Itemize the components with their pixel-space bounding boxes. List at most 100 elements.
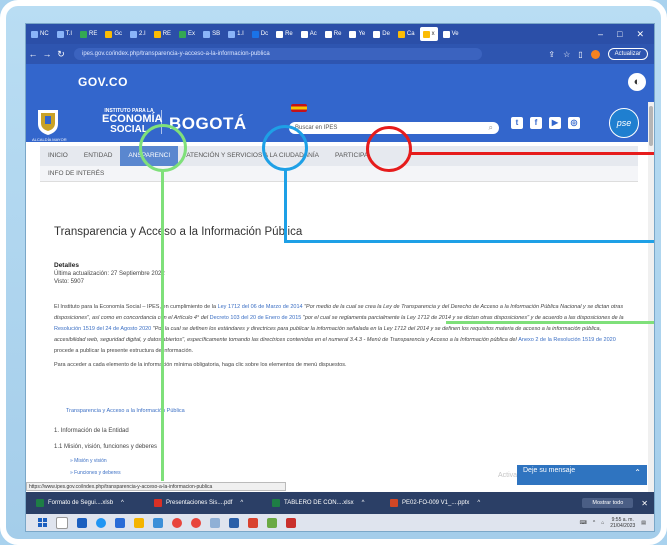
acrobat-icon[interactable] [286,517,296,528]
sidebar-icon[interactable]: ▯ [578,50,582,59]
chevron-up-icon[interactable]: ^ [240,500,243,506]
toc-item-1-1[interactable]: 1.1 Misión, visión, funciones y deberes [54,444,157,450]
browser-tab[interactable]: 1.I [225,27,247,41]
star-icon[interactable]: ☆ [563,50,570,59]
url-field[interactable]: ipes.gov.co/index.php/transparencia-y-ac… [74,48,482,60]
link-ley-1712[interactable]: Ley 1712 del 06 de Marzo de 2014 [218,304,303,310]
chevron-up-icon[interactable]: ⌃ [634,469,641,477]
chevron-up-icon[interactable]: ^ [362,500,365,506]
clock[interactable]: 9:55 a. m. 21/04/2023 [610,517,635,529]
toc-sub-mision[interactable]: » Misión y visión [70,458,107,464]
browser-tab[interactable]: SB [200,27,223,41]
browser-tab[interactable]: NC [28,27,52,41]
chrome-profile-icon[interactable] [191,517,201,528]
minimize-icon[interactable]: – [598,29,603,40]
download-name: TABLERO DE CON....xlsx [284,500,354,506]
back-icon[interactable]: ← [26,49,40,59]
browser-tab[interactable]: Ex [176,27,198,41]
search-icon[interactable]: ⌕ [489,122,493,134]
nav-entidad[interactable]: ENTIDAD [76,146,121,166]
language-icon[interactable]: ⌨ [580,520,587,526]
edge-icon[interactable] [96,517,106,528]
browser-tab[interactable]: Ca [395,27,418,41]
spain-flag-icon[interactable] [291,104,307,112]
download-name: PE02-FO-009 V1_....pptx [402,500,470,506]
file-icon [36,499,44,507]
toc-item-1[interactable]: 1. Información de la Entidad [54,428,129,434]
chevron-up-icon[interactable]: ^ [121,500,124,506]
download-item[interactable]: Presentaciones Sis....pdf ^ [154,499,262,507]
instagram-icon[interactable]: ◎ [568,117,580,129]
browser-tab[interactable]: Re [273,27,296,41]
tab-label: Ex [188,31,196,37]
browser-tab[interactable]: Dc [249,27,271,41]
accessibility-icon[interactable]: ◐ [628,73,646,91]
browser-tab[interactable]: 2.I [127,27,149,41]
link-anexo-2[interactable]: Anexo 2 de la Resolución 1519 de 2020 [518,337,616,343]
blue-annotation-line [284,170,287,242]
app-icon[interactable] [210,517,220,528]
tab-label: Ca [406,31,415,37]
reload-icon[interactable]: ↻ [54,49,68,60]
browser-tab[interactable]: RE [77,27,100,41]
youtube-icon[interactable]: ▶ [549,117,561,129]
red-annotation-line [411,152,654,155]
window-controls: – □ ✕ [598,29,654,40]
profile-avatar[interactable] [590,49,600,59]
search-taskbar-icon[interactable] [56,516,68,529]
maximize-icon[interactable]: □ [617,29,622,40]
tab-favicon-icon [153,30,161,38]
toc-title[interactable]: Transparencia y Acceso a la Información … [66,408,185,414]
browser-tab[interactable]: Ye [346,27,368,41]
windows-start-icon[interactable] [38,518,47,527]
nav-info-interes[interactable]: INFO DE INTERÉS [40,166,638,182]
govco-logo[interactable]: GOV.CO [78,75,128,89]
toc-sub-funciones[interactable]: » Funciones y deberes [70,470,121,476]
excel-icon[interactable] [267,517,277,528]
download-item[interactable]: TABLERO DE CON....xlsx ^ [272,499,380,507]
task-view-icon[interactable] [77,517,87,528]
facebook-icon[interactable]: f [530,117,542,129]
pse-logo[interactable]: pse [609,108,639,138]
download-item[interactable]: Formato de Segui....xlsb ^ [36,499,144,507]
share-icon[interactable]: ⇪ [548,50,555,59]
tab-label: x [431,31,435,37]
tray-chevron-icon[interactable]: ^ [593,520,595,526]
scrollbar-thumb[interactable] [649,106,653,146]
teams-icon[interactable] [153,517,163,528]
outlook-icon[interactable] [115,517,125,528]
tab-favicon-icon [203,30,211,38]
chevron-up-icon[interactable]: ^ [477,500,480,506]
browser-tab[interactable]: Ac [298,27,320,41]
chat-widget[interactable]: Deje su mensaje ⌃ [517,465,647,485]
tab-favicon-icon [349,30,357,38]
browser-tab[interactable]: Re [322,27,345,41]
powerpoint-icon[interactable] [248,517,258,528]
close-icon[interactable]: ✕ [641,499,648,508]
notifications-icon[interactable]: ▤ [641,520,646,526]
chat-label: Deje su mensaje [523,467,576,474]
page-scrollbar[interactable] [648,102,654,492]
browser-tab[interactable]: Ve [440,27,462,41]
twitter-icon[interactable]: t [511,117,523,129]
download-name: Presentaciones Sis....pdf [166,500,233,506]
show-all-downloads-button[interactable]: Mostrar todo [582,498,634,508]
browser-tab[interactable]: x [419,27,438,41]
browser-tab[interactable]: Gc [102,27,125,41]
browser-tab[interactable]: T.I [54,27,75,41]
close-window-icon[interactable]: ✕ [636,29,644,40]
browser-tab[interactable]: RE [151,27,174,41]
forward-icon[interactable]: → [40,49,54,59]
network-icon[interactable]: ⌂ [601,520,604,526]
chrome-icon[interactable] [172,517,182,528]
file-explorer-icon[interactable] [134,517,144,528]
nav-inicio[interactable]: INICIO [40,146,76,166]
update-button[interactable]: Actualizar [607,48,648,60]
link-decreto-103[interactable]: Decreto 103 del 20 de Enero de 2015 [210,315,302,321]
download-item[interactable]: PE02-FO-009 V1_....pptx ^ [390,499,498,507]
downloads-bar: Formato de Segui....xlsb ^ Presentaciones … [26,492,654,514]
tab-label: Re [333,31,342,37]
link-resolucion-1519[interactable]: Resolución 1519 del 24 de Agosto 2020 [54,326,151,332]
word-icon[interactable] [229,517,239,528]
browser-tab[interactable]: De [370,27,393,41]
